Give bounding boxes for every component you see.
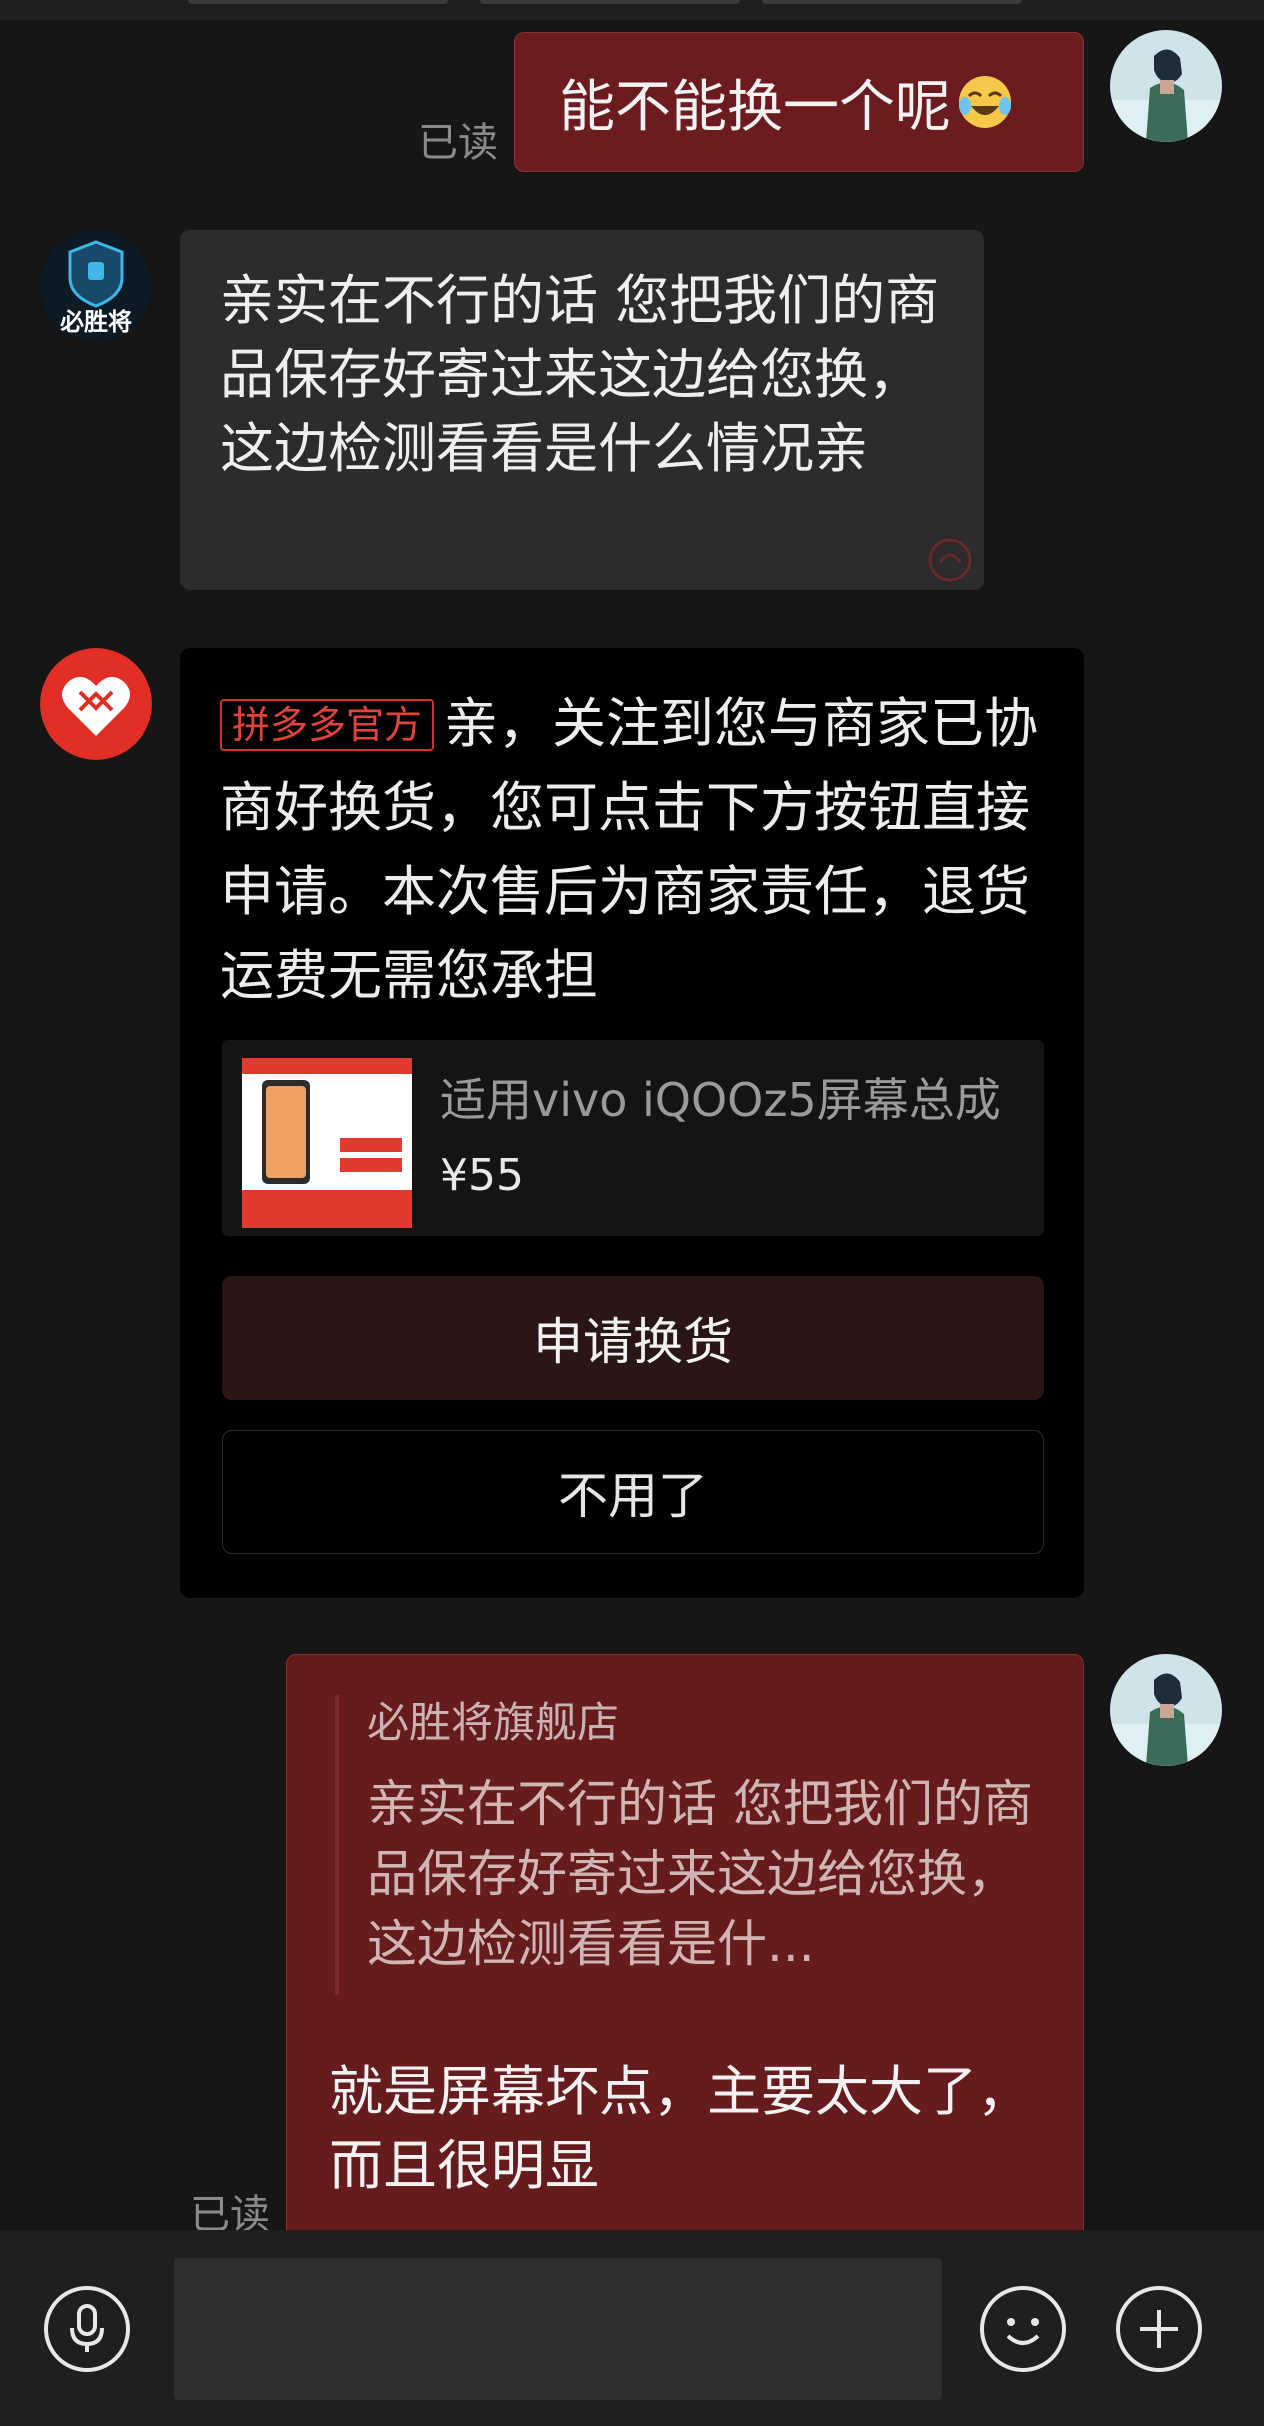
product-title: 适用vivo iQOOz5屏幕总成 [440, 1073, 1001, 1127]
product-item[interactable]: 适用vivo iQOOz5屏幕总成 ¥55 [222, 1040, 1044, 1236]
message-text: 就是屏幕坏点，主要太大了，而且很明显 [329, 2060, 1031, 2197]
pinduoduo-avatar[interactable] [40, 648, 152, 760]
smiley-icon[interactable] [980, 2286, 1066, 2372]
microphone-icon[interactable] [44, 2286, 130, 2372]
message-input[interactable] [174, 2258, 942, 2400]
official-exchange-card: 拼多多官方 亲，关注到您与商家已协商好换货，您可点击下方按钮直接申请。本次售后为商… [180, 648, 1084, 1598]
svg-text:必胜将: 必胜将 [60, 308, 132, 336]
input-bar [0, 2230, 1264, 2426]
top-scroll-edge [0, 0, 1264, 20]
quoted-sender: 必胜将旗舰店 [367, 1698, 620, 1747]
product-price: ¥55 [440, 1150, 524, 1201]
apply-exchange-button[interactable]: 申请换货 [222, 1276, 1044, 1400]
message-text: 亲实在不行的话 您把我们的商品保存好寄过来这边给您换，这边检测看看是什么情况亲 [220, 269, 940, 480]
watermark-icon [928, 538, 972, 582]
quoted-text: 亲实在不行的话 您把我们的商品保存好寄过来这边给您换，这边检测看看是什... [367, 1775, 1033, 1973]
product-thumbnail [242, 1058, 412, 1228]
outgoing-message-bubble[interactable]: 能不能换一个呢 [514, 32, 1084, 172]
crying-laughing-emoji-icon [955, 72, 1015, 132]
official-tag: 拼多多官方 [220, 699, 435, 751]
my-avatar[interactable] [1110, 1654, 1222, 1766]
quoted-message[interactable]: 必胜将旗舰店 亲实在不行的话 您把我们的商品保存好寄过来这边给您换，这边检测看看… [335, 1695, 1055, 1995]
store-avatar[interactable]: 必胜将 [40, 230, 152, 342]
my-avatar[interactable] [1110, 30, 1222, 142]
message-text: 能不能换一个呢 [559, 74, 951, 140]
incoming-message-bubble[interactable]: 亲实在不行的话 您把我们的商品保存好寄过来这边给您换，这边检测看看是什么情况亲 [180, 230, 984, 590]
decline-button[interactable]: 不用了 [222, 1430, 1044, 1554]
read-status: 已读 [418, 120, 498, 166]
outgoing-reply-bubble[interactable]: 必胜将旗舰店 亲实在不行的话 您把我们的商品保存好寄过来这边给您换，这边检测看看… [286, 1654, 1084, 2254]
plus-icon[interactable] [1116, 2286, 1202, 2372]
